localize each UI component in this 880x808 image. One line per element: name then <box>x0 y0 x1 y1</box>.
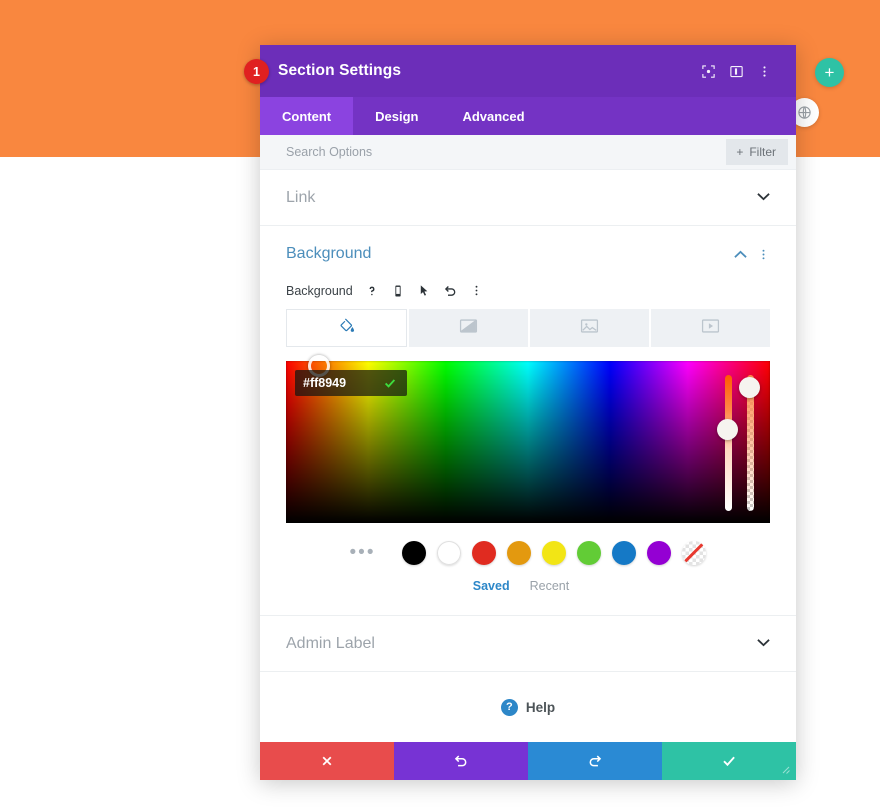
modal-header: Section Settings <box>260 45 796 97</box>
color-sliders <box>717 375 760 511</box>
alpha-slider[interactable] <box>739 375 760 511</box>
swatch-orange[interactable] <box>507 541 532 565</box>
palette-tab-recent[interactable]: Recent <box>530 579 570 593</box>
search-input[interactable] <box>286 145 727 159</box>
hue-slider-knob[interactable] <box>717 419 738 440</box>
hue-slider[interactable] <box>717 375 738 511</box>
help-question-icon[interactable] <box>364 282 381 299</box>
globe-icon <box>798 106 811 119</box>
background-field-label-row: Background <box>260 282 796 299</box>
section-background: Background Background #ff8949 ••• Saved … <box>260 226 796 616</box>
palette-tab-saved[interactable]: Saved <box>473 579 510 593</box>
filter-button[interactable]: + Filter <box>726 139 788 165</box>
undo-icon <box>454 755 467 767</box>
chevron-down-icon <box>757 638 770 650</box>
color-swatch-row: ••• <box>260 541 796 565</box>
hue-slider-track <box>725 375 732 511</box>
hex-input-popover <box>295 370 407 396</box>
redo-icon <box>589 755 602 767</box>
cancel-button[interactable] <box>260 742 394 780</box>
background-video-tab[interactable] <box>651 309 770 347</box>
panel-layout-icon[interactable] <box>722 57 750 85</box>
reset-undo-icon[interactable] <box>442 282 459 299</box>
chevron-down-icon <box>757 192 770 204</box>
paint-bucket-icon <box>338 317 355 339</box>
section-header-background[interactable]: Background <box>260 226 796 282</box>
tab-content[interactable]: Content <box>260 97 354 135</box>
hex-color-input[interactable] <box>295 370 373 396</box>
swatch-yellow[interactable] <box>542 541 567 565</box>
resize-handle[interactable] <box>775 759 795 779</box>
section-title-link: Link <box>286 188 316 206</box>
swatch-white[interactable] <box>437 541 462 565</box>
modal-footer <box>260 742 796 780</box>
video-icon <box>701 318 720 339</box>
background-color-tab[interactable] <box>286 309 407 347</box>
more-swatches-icon[interactable]: ••• <box>350 543 376 562</box>
hex-confirm-button[interactable] <box>373 370 407 396</box>
swatch-red[interactable] <box>472 541 497 565</box>
save-button[interactable] <box>662 742 796 780</box>
tab-design[interactable]: Design <box>353 97 440 135</box>
field-overflow-menu-icon[interactable] <box>468 282 485 299</box>
image-icon <box>580 318 599 339</box>
section-overflow-menu-icon[interactable] <box>757 248 770 261</box>
swatch-black[interactable] <box>402 541 427 565</box>
help-label: Help <box>525 699 556 715</box>
section-toggle-admin-label[interactable]: Admin Label <box>260 616 796 672</box>
focus-target-icon[interactable] <box>694 57 722 85</box>
background-gradient-tab[interactable] <box>409 309 528 347</box>
section-toggle-link[interactable]: Link <box>260 170 796 226</box>
background-image-tab[interactable] <box>530 309 649 347</box>
responsive-mobile-icon[interactable] <box>390 282 407 299</box>
modal-body: Link Background Background #ff8949 ••• S… <box>260 170 796 742</box>
checkmark-icon <box>723 756 735 767</box>
add-section-button[interactable]: + <box>815 58 844 87</box>
hover-cursor-icon[interactable] <box>416 282 433 299</box>
gradient-icon <box>459 318 478 339</box>
swatch-transparent[interactable] <box>682 541 707 565</box>
filter-label: Filter <box>749 145 776 159</box>
modal-tab-bar: Content Design Advanced <box>260 97 796 135</box>
step-badge-1: 1 <box>244 59 269 84</box>
search-row: + Filter <box>260 135 796 170</box>
section-settings-modal: 1 Section Settings Content Design Advanc… <box>244 45 796 780</box>
background-field-label: Background <box>286 283 353 298</box>
overflow-menu-icon[interactable] <box>750 57 778 85</box>
help-row[interactable]: ? Help <box>260 672 796 742</box>
section-title-background: Background <box>286 245 372 262</box>
palette-tabs: Saved Recent <box>260 579 796 593</box>
tab-advanced[interactable]: Advanced <box>440 97 546 135</box>
swatch-green[interactable] <box>577 541 602 565</box>
add-section-plus: + <box>824 63 835 82</box>
help-question-icon: ? <box>500 698 518 716</box>
page-title: Section Settings <box>278 62 402 79</box>
background-type-tabs <box>286 309 770 347</box>
undo-button[interactable] <box>394 742 528 780</box>
alpha-slider-knob[interactable] <box>739 377 760 398</box>
color-picker <box>286 355 770 523</box>
saturation-value-area[interactable] <box>286 355 770 523</box>
swatch-blue[interactable] <box>612 541 637 565</box>
chevron-up-icon[interactable] <box>734 250 747 259</box>
redo-button[interactable] <box>528 742 662 780</box>
close-icon <box>322 756 332 766</box>
swatch-purple[interactable] <box>647 541 672 565</box>
filter-plus-icon: + <box>736 145 744 159</box>
section-title-admin-label: Admin Label <box>286 634 375 652</box>
